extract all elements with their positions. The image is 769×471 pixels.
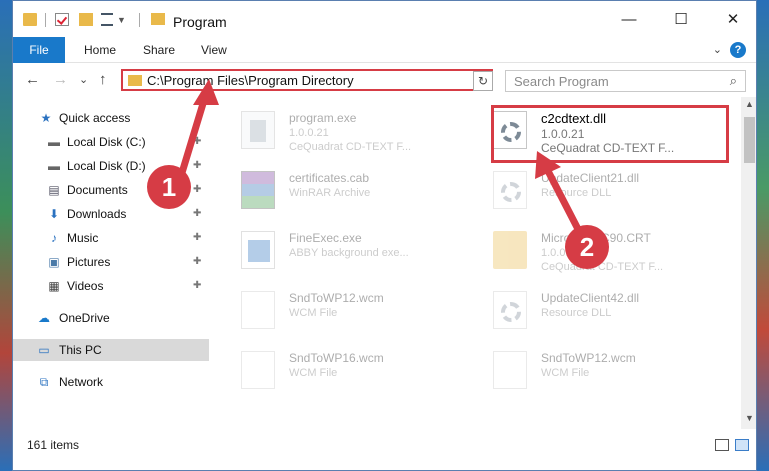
- step-1-badge: 1: [147, 165, 191, 209]
- step-2-badge: 2: [565, 225, 609, 269]
- arrow-2-shaft: [543, 165, 584, 237]
- annotation-arrows: [177, 79, 584, 237]
- desktop-wallpaper-right: [755, 0, 769, 471]
- explorer-window: ▼ Program — ☐ ✕ File Home Share View ⌄ ?…: [12, 0, 757, 471]
- arrow-1-shaft: [177, 93, 209, 180]
- arrow-1-head: [193, 79, 219, 105]
